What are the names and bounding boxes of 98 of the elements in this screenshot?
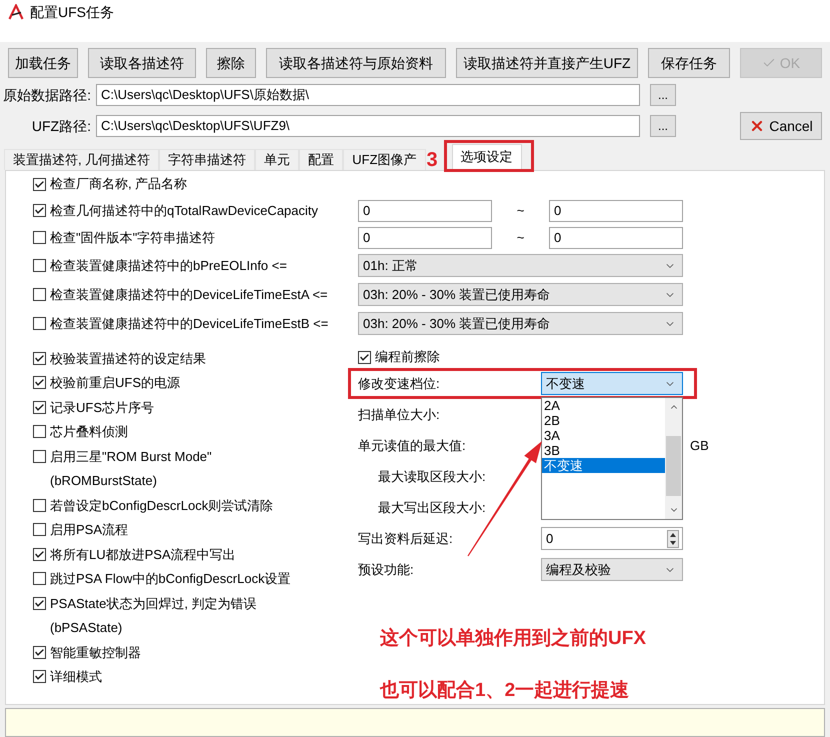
- window-title: 配置UFS任务: [30, 4, 114, 20]
- checkbox[interactable]: [33, 317, 46, 330]
- option-label: 详细模式: [50, 668, 102, 686]
- range-separator: ~: [516, 202, 526, 220]
- dropdown-select[interactable]: 编程及校验: [541, 558, 683, 581]
- toolbar-button[interactable]: 擦除: [206, 48, 256, 78]
- range-separator: ~: [516, 228, 526, 247]
- checkmark-icon: [35, 207, 44, 214]
- number-field[interactable]: 0: [549, 226, 683, 248]
- dropdown-select[interactable]: 03h: 20% - 30% 装置已使用寿命: [358, 312, 683, 335]
- checkbox[interactable]: [33, 498, 46, 512]
- checkbox[interactable]: [33, 259, 46, 272]
- option-label: 检查"固件版本"字符串描述符: [50, 228, 216, 247]
- checkmark-icon: [35, 648, 44, 656]
- tab[interactable]: UFZ图像产: [343, 149, 426, 170]
- number-field[interactable]: 0: [358, 200, 492, 222]
- toolbar-button[interactable]: 读取各描述符与原始资料: [266, 48, 446, 78]
- tab[interactable]: 单元: [255, 149, 300, 170]
- toolbar-button[interactable]: 读取描述符并直接产生UFZ: [456, 48, 638, 78]
- unit-label: GB: [690, 436, 709, 455]
- cancel-button[interactable]: Cancel: [740, 112, 822, 140]
- checkmark-icon: [35, 404, 44, 411]
- dropdown-select[interactable]: 不变速: [541, 372, 683, 395]
- option-label: 检查厂商名称, 产品名称: [50, 175, 188, 194]
- scrollbar-thumb[interactable]: [666, 436, 681, 496]
- checkmark-icon: [35, 550, 44, 558]
- option-note: (bPSAState): [50, 619, 122, 637]
- checkbox[interactable]: [33, 572, 46, 586]
- option-label: 检查几何描述符中的qTotalRawDeviceCapacity: [50, 202, 318, 220]
- option-label: 记录UFS芯片序号: [50, 398, 154, 416]
- checkbox[interactable]: [33, 523, 46, 536]
- checkbox[interactable]: [33, 450, 46, 463]
- scrollbar[interactable]: [665, 398, 682, 519]
- spin-arrows-icon: [667, 530, 679, 548]
- spin-field[interactable]: 0: [541, 527, 683, 550]
- option-label: 检查装置健康描述符中的bPreEOLInfo <=: [50, 256, 287, 275]
- checkbox[interactable]: [33, 352, 46, 365]
- checkbox[interactable]: [33, 400, 46, 414]
- browse-button[interactable]: ...: [650, 115, 676, 137]
- annotation-text: 也可以配合1、2一起进行提速: [378, 679, 630, 703]
- path-field[interactable]: C:\Users\qc\Desktop\UFS\原始数据\: [96, 84, 640, 106]
- field-label: 单元读值的最大值:: [357, 436, 467, 455]
- option-label: 校验装置描述符的设定结果: [50, 350, 206, 368]
- field-label: 写出资料后延迟:: [357, 530, 454, 548]
- checkmark-icon: [35, 600, 44, 607]
- option-label: 校验前重启UFS的电源: [50, 374, 180, 392]
- checkbox[interactable]: [33, 548, 46, 561]
- toolbar-button[interactable]: 加载任务: [8, 48, 78, 78]
- path-label: UFZ路径:: [30, 116, 92, 136]
- number-field[interactable]: 0: [358, 226, 492, 248]
- option-note: (bROMBurstState): [50, 472, 157, 490]
- option-label: 芯片叠料侦测: [50, 423, 128, 441]
- option-label: 检查装置健康描述符中的DeviceLifeTimeEstB <=: [50, 314, 328, 333]
- checkbox[interactable]: [33, 670, 46, 684]
- field-label: 预设功能:: [357, 560, 415, 579]
- tab[interactable]: 装置描述符, 几何描述符: [4, 149, 160, 170]
- option-label: 智能重敏控制器: [50, 644, 141, 662]
- checkbox[interactable]: [33, 376, 46, 390]
- number-field[interactable]: 0: [549, 200, 683, 222]
- browse-button[interactable]: ...: [650, 84, 676, 106]
- tab[interactable]: 字符串描述符: [159, 149, 256, 170]
- path-label: 原始数据路径:: [2, 86, 92, 104]
- checkbox[interactable]: [33, 646, 46, 659]
- checkmark-icon: [35, 180, 44, 188]
- checkbox[interactable]: [358, 350, 371, 364]
- dropdown-select[interactable]: 01h: 正常: [358, 254, 683, 277]
- option-label: PSAState状态为回焊过, 判定为错误: [50, 594, 257, 612]
- tab[interactable]: 配置: [299, 149, 344, 170]
- field-label: 扫描单位大小:: [357, 406, 441, 424]
- field-label: 最大写出区段大小:: [377, 498, 487, 517]
- toolbar-button[interactable]: 保存任务: [648, 48, 730, 78]
- checkbox[interactable]: [33, 288, 46, 301]
- checkbox[interactable]: [33, 178, 46, 190]
- option-label: 启用三星"ROM Burst Mode": [50, 448, 212, 466]
- option-label: 跳过PSA Flow中的bConfigDescrLock设置: [50, 570, 291, 588]
- checkmark-icon: [35, 673, 44, 680]
- toolbar-button[interactable]: 读取各描述符: [88, 48, 196, 78]
- option-label: 编程前擦除: [375, 348, 440, 366]
- checkbox[interactable]: [33, 596, 46, 610]
- option-label: 启用PSA流程: [50, 521, 128, 539]
- checkbox[interactable]: [33, 231, 46, 244]
- checkbox[interactable]: [33, 425, 46, 438]
- dropdown-option[interactable]: 不变速: [542, 458, 665, 473]
- tab[interactable]: 选项设定: [452, 144, 522, 169]
- checkmark-icon: [35, 354, 44, 362]
- dropdown-select[interactable]: 03h: 20% - 30% 装置已使用寿命: [358, 283, 683, 306]
- option-label: 若曾设定bConfigDescrLock则尝试清除: [50, 496, 274, 515]
- checkmark-icon: [35, 379, 44, 386]
- field-label: 最大读取区段大小:: [377, 468, 487, 486]
- option-label: 将所有LU都放进PSA流程中写出: [50, 546, 236, 564]
- field-label: 修改变速档位:: [357, 374, 441, 393]
- app-logo-icon: [8, 4, 24, 20]
- annotation-number: 3: [426, 149, 438, 171]
- checkbox[interactable]: [33, 204, 46, 217]
- annotation-text: 这个可以单独作用到之前的UFX: [379, 627, 647, 651]
- option-label: 检查装置健康描述符中的DeviceLifeTimeEstA <=: [50, 286, 328, 304]
- path-field[interactable]: C:\Users\qc\Desktop\UFS\UFZ9\: [96, 115, 640, 137]
- checkmark-icon: [360, 354, 369, 360]
